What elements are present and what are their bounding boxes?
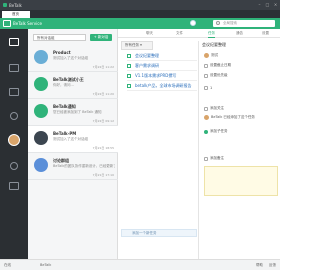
task-item[interactable]: 会议纪要整理 xyxy=(127,51,197,61)
task-checkbox[interactable] xyxy=(127,74,131,78)
search-icon xyxy=(216,21,220,25)
tab-tasks[interactable]: 任务 xyxy=(208,31,215,38)
conversation-item[interactable]: BeTalk-PM 测试加入了这个对话组 7月21日 18:55 xyxy=(28,126,118,153)
conversation-avatar xyxy=(34,77,48,91)
conversation-avatar xyxy=(34,158,48,172)
note-icon xyxy=(204,156,208,161)
conversation-snippet: 您已经被添加到了 BeTalk 通知 xyxy=(53,110,102,114)
task-checkbox[interactable] xyxy=(127,54,131,58)
flag-icon xyxy=(204,73,208,78)
task-item[interactable]: V1.1版本需求PRD撰写 xyxy=(127,71,197,81)
user-avatar[interactable] xyxy=(190,20,196,26)
conversation-time: 7月21日 17:10 xyxy=(92,173,114,177)
calendar-icon xyxy=(204,63,208,68)
minimize-icon[interactable]: – xyxy=(257,2,262,7)
note-row[interactable]: 添加备注 xyxy=(204,156,224,161)
tab-settings[interactable]: 设置 xyxy=(262,31,269,36)
follower-row[interactable]: 1 xyxy=(204,86,212,90)
status-left: 在线 xyxy=(4,263,11,267)
app-icon xyxy=(3,3,7,7)
conversation-snippet: 你好，请问... xyxy=(53,83,74,87)
tasks-icon[interactable] xyxy=(6,85,22,99)
notification-row: BeTalk 已经添加了这个任务 xyxy=(204,115,255,120)
left-nav xyxy=(0,29,28,259)
maximize-icon[interactable]: □ xyxy=(265,2,270,7)
status-bar: 在线 BeTalk 帮助 反馈 xyxy=(0,259,280,270)
task-item[interactable]: betalk产品，全球市场调研报告 xyxy=(127,81,197,91)
conversation-list: 所有对话组 + 新对话 Product 测试加入了这个对话组 7月22日 11:… xyxy=(28,29,118,259)
bell-icon[interactable] xyxy=(6,159,22,173)
subtask-icon xyxy=(204,129,208,134)
tab-chat[interactable]: 聊天 xyxy=(146,31,153,36)
tab-bar: 聊天 文件 任务 通告 设置 xyxy=(118,29,280,38)
window-titlebar: BeTalk – □ × xyxy=(0,0,280,10)
due-date-row[interactable]: 设置截止日期 xyxy=(204,63,231,68)
task-title: 客户需求调研 xyxy=(135,63,159,68)
conversation-avatar xyxy=(34,131,48,145)
conversation-filter[interactable]: 所有对话组 xyxy=(33,34,86,41)
assignee-avatar xyxy=(204,53,209,58)
conversation-time: 7月22日 09:12 xyxy=(92,119,114,123)
follow-icon xyxy=(204,86,208,90)
task-title: V1.1版本需求PRD撰写 xyxy=(135,73,177,78)
task-checkbox[interactable] xyxy=(127,64,131,68)
tab-files[interactable]: 文件 xyxy=(176,31,183,36)
conversation-snippet: 测试加入了这个对话组 xyxy=(53,137,88,141)
note-textarea[interactable] xyxy=(204,166,278,196)
menubar: 首页 xyxy=(0,10,280,18)
conversation-snippet: BeTalk的团队协作重新设计，已经更新了... xyxy=(53,164,115,168)
conversation-item[interactable]: Product 测试加入了这个对话组 7月22日 11:22 xyxy=(28,45,118,72)
status-mid: BeTalk xyxy=(40,263,52,267)
settings-icon[interactable] xyxy=(6,179,22,193)
assign-row[interactable]: 测试 xyxy=(204,53,218,58)
subtask-row[interactable]: 添加子任务 xyxy=(204,129,228,134)
search-input[interactable]: 全局搜索 xyxy=(213,20,275,27)
conversation-time: 7月22日 11:20 xyxy=(92,92,114,96)
conversation-time: 7月22日 11:22 xyxy=(92,65,114,69)
conversation-name: BeTalk-PM xyxy=(53,131,77,136)
task-title: betalk产品，全球市场调研报告 xyxy=(135,83,192,88)
task-detail: 会议纪要整理 测试 设置截止日期 设置优先级 1 添加关注 BeTalk 已经添… xyxy=(198,41,280,259)
priority-row[interactable]: 设置优先级 xyxy=(204,73,228,78)
close-icon[interactable]: × xyxy=(273,2,278,7)
main-panel: 聊天 文件 任务 通告 设置 所有任务 ▾ 会议纪要整理 客户需求调研 V1.1… xyxy=(118,29,280,259)
avatar[interactable] xyxy=(6,133,22,147)
conversation-avatar xyxy=(34,50,48,64)
apps-icon[interactable] xyxy=(6,109,22,123)
task-checkbox[interactable] xyxy=(127,84,131,88)
app-header: BeTalk Service 全局搜索 xyxy=(0,18,280,29)
task-item[interactable]: 客户需求调研 xyxy=(127,61,197,71)
feedback-link[interactable]: 反馈 xyxy=(269,263,276,268)
conversation-item[interactable]: 讨论群组 BeTalk的团队协作重新设计，已经更新了... 7月21日 17:1… xyxy=(28,153,118,180)
conversation-snippet: 测试加入了这个对话组 xyxy=(53,56,88,60)
chat-icon[interactable] xyxy=(6,35,22,49)
brand-name: BeTalk Service xyxy=(13,21,42,26)
tab-home[interactable]: 首页 xyxy=(2,11,30,18)
task-list: 所有任务 ▾ 会议纪要整理 客户需求调研 V1.1版本需求PRD撰写 betal… xyxy=(121,41,197,229)
conversation-avatar xyxy=(34,104,48,118)
notify-avatar xyxy=(204,115,209,120)
contacts-icon[interactable] xyxy=(6,61,22,75)
new-conversation-button[interactable]: + 新对话 xyxy=(90,34,112,41)
tab-notices[interactable]: 通告 xyxy=(236,31,243,36)
logo-icon xyxy=(3,20,11,27)
conversation-time: 7月21日 18:55 xyxy=(92,146,114,150)
conversation-item[interactable]: BeTalk通知 您已经被添加到了 BeTalk 通知 7月22日 09:12 xyxy=(28,99,118,126)
add-follower-icon xyxy=(204,106,208,111)
follower-add-row[interactable]: 添加关注 xyxy=(204,106,224,111)
task-filter[interactable]: 所有任务 ▾ xyxy=(121,41,153,50)
window-title: BeTalk xyxy=(9,2,22,8)
conversation-item[interactable]: BeTalk测试小王 你好，请问... 7月22日 11:20 xyxy=(28,72,118,99)
conversation-name: Product xyxy=(53,50,71,55)
help-link[interactable]: 帮助 xyxy=(256,263,263,268)
task-title: 会议纪要整理 xyxy=(135,53,159,58)
add-task-input[interactable]: 添加一个新任务 xyxy=(121,229,197,237)
task-detail-title: 会议纪要整理 xyxy=(202,42,226,47)
